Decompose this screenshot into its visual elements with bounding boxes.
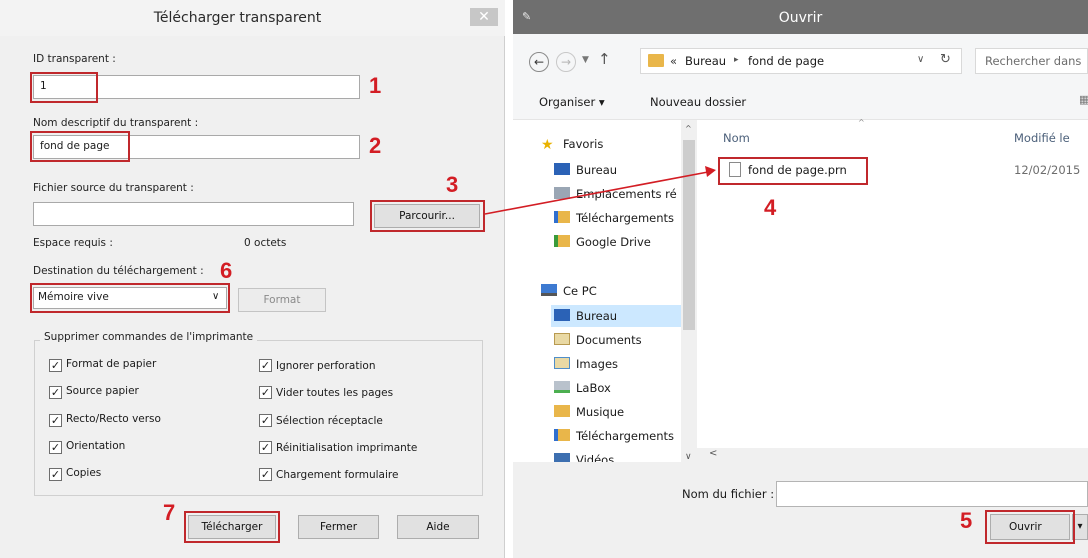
connector-arrow: [484, 166, 716, 215]
